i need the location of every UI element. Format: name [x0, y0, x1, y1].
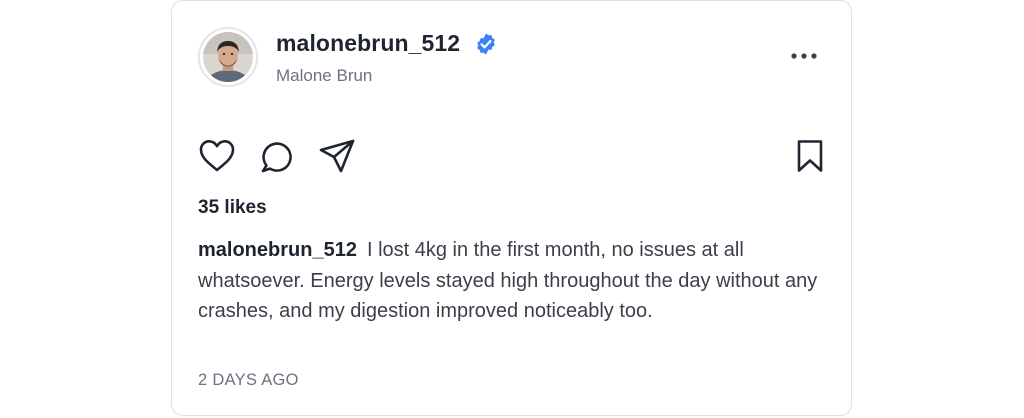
comment-icon — [261, 142, 292, 173]
action-bar — [198, 137, 825, 175]
post-card: malonebrun_512 Malone Brun 35 likes malo… — [171, 0, 852, 416]
post-caption: malonebrun_512 I lost 4kg in the first mo… — [198, 235, 818, 327]
share-button[interactable] — [318, 137, 356, 175]
more-options-icon — [791, 53, 817, 59]
display-name: Malone Brun — [276, 66, 373, 85]
comment-button[interactable] — [258, 137, 296, 175]
post-header: malonebrun_512 Malone Brun — [198, 26, 825, 88]
username-row: malonebrun_512 — [276, 30, 498, 57]
more-options-button[interactable] — [789, 46, 819, 66]
likes-count[interactable]: 35 likes — [198, 197, 267, 219]
like-button[interactable] — [198, 137, 236, 175]
bookmark-icon — [797, 140, 823, 172]
verified-badge-icon — [474, 32, 498, 56]
save-button[interactable] — [791, 137, 829, 175]
username[interactable]: malonebrun_512 — [276, 30, 460, 57]
heart-icon — [199, 140, 235, 172]
send-icon — [319, 139, 355, 173]
name-block: malonebrun_512 Malone Brun — [276, 30, 498, 86]
avatar-image — [203, 32, 253, 82]
caption-username[interactable]: malonebrun_512 — [198, 239, 357, 261]
post-timestamp: 2 DAYS AGO — [198, 371, 299, 389]
avatar[interactable] — [198, 27, 258, 87]
